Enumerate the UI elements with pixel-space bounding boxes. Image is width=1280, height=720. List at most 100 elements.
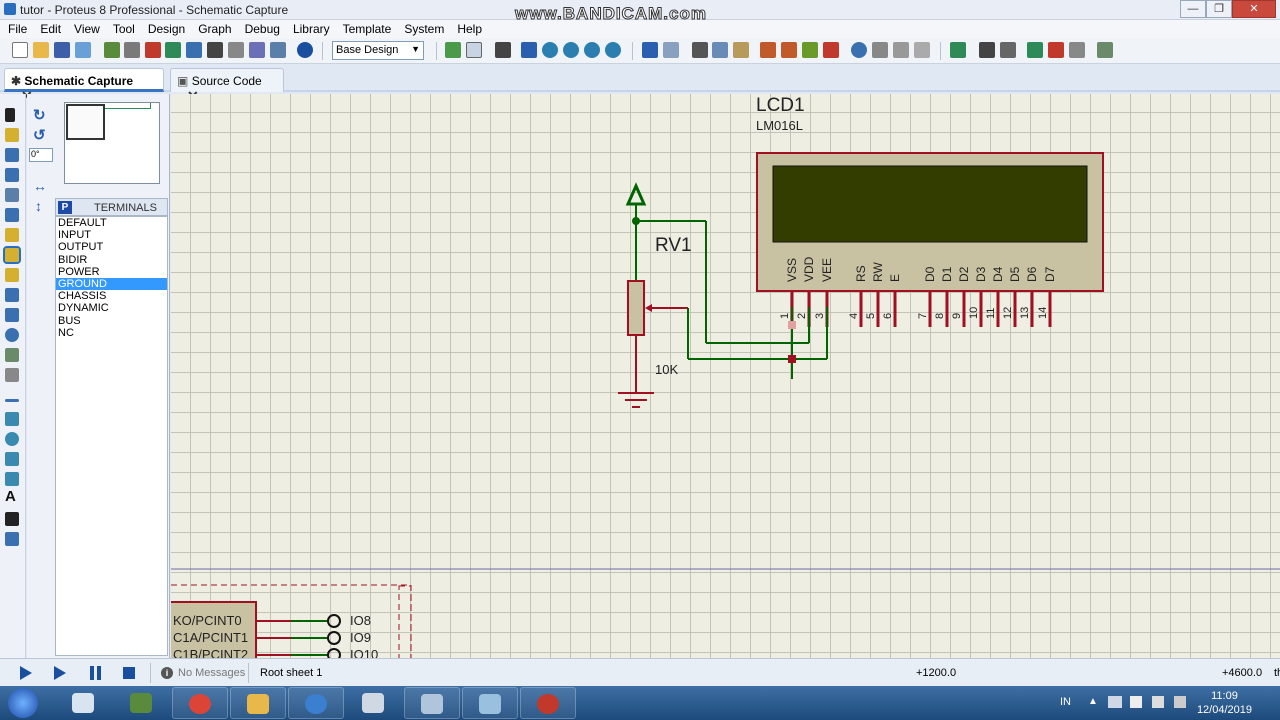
block-move-icon[interactable] [781,42,797,58]
menu-library[interactable]: Library [293,20,330,38]
junction-icon[interactable] [5,148,19,162]
list-item[interactable]: GROUND [56,277,167,291]
virtual-instrument-icon[interactable] [5,368,19,382]
block-copy-icon[interactable] [760,42,776,58]
pcb-icon[interactable] [145,42,161,58]
list-item[interactable]: INPUT [56,229,167,241]
packaging-icon[interactable] [893,42,909,58]
zoom-in-icon[interactable] [542,42,558,58]
selection-mode-icon[interactable] [5,108,15,122]
rotate-ccw-icon[interactable]: ↺ [33,126,46,144]
taskbar-chrome[interactable] [172,687,228,719]
step-icon[interactable] [54,666,66,680]
start-button[interactable] [8,688,38,718]
netlist-icon[interactable] [249,42,265,58]
device-pins-icon[interactable] [5,268,19,282]
power-terminal-icon[interactable] [625,182,647,206]
taskbar-notes[interactable] [462,687,518,719]
paste-icon[interactable] [733,42,749,58]
menu-graph[interactable]: Graph [198,20,231,38]
potentiometer-body[interactable] [627,280,645,336]
mirror-x-icon[interactable]: ↔ [33,178,47,194]
taskbar-3d[interactable] [346,687,402,719]
zoom-all-icon[interactable] [584,42,600,58]
flag-icon[interactable] [1130,696,1142,708]
list-item[interactable]: DEFAULT [56,217,167,229]
subcircuit-icon[interactable] [5,228,19,242]
taskbar-proteus[interactable] [404,687,460,719]
home-icon[interactable] [104,42,120,58]
list-item[interactable]: BUS [56,315,167,327]
circle-icon[interactable] [5,432,19,446]
taskbar-explorer[interactable] [230,687,286,719]
undo-icon[interactable] [642,42,658,58]
notes-icon[interactable] [228,42,244,58]
new-file-icon[interactable] [12,42,28,58]
box-icon[interactable] [5,412,19,426]
list-item[interactable]: OUTPUT [56,241,167,253]
grid-icon[interactable] [466,42,482,58]
list-item[interactable]: CHASSIS [56,290,167,302]
io-terminal[interactable] [327,631,341,645]
3d-icon[interactable] [186,42,202,58]
taskbar-snipping[interactable] [56,687,112,719]
decompose-icon[interactable] [914,42,930,58]
copy-icon[interactable] [712,42,728,58]
tab-source-code[interactable]: ▣ Source Code ✕ [170,68,284,104]
volume-icon[interactable] [1174,696,1186,708]
list-item[interactable]: NC [56,327,167,339]
help-icon[interactable] [297,42,313,58]
cut-icon[interactable] [692,42,708,58]
minimize-button[interactable]: — [1180,0,1206,18]
messages-status[interactable]: No Messages [178,667,245,679]
zoom-area-icon[interactable] [605,42,621,58]
open-folder-icon[interactable] [33,42,49,58]
taskbar-app[interactable] [114,687,170,719]
system-clock[interactable]: 11:09 12/04/2019 [1197,689,1252,717]
pick-devices-button[interactable]: P [58,201,72,214]
language-indicator[interactable]: IN [1060,696,1071,708]
design-explorer-icon[interactable] [1097,42,1113,58]
tape-recorder-icon[interactable] [5,308,19,322]
rotate-cw-icon[interactable]: ↻ [33,106,46,124]
design-select[interactable]: Base Design ▼ [332,41,424,60]
property-tool-icon[interactable] [1000,42,1016,58]
bus-icon[interactable] [5,208,19,222]
component-mode-icon[interactable] [5,128,19,142]
block-rotate-icon[interactable] [802,42,818,58]
network-icon[interactable] [1108,696,1122,708]
menu-debug[interactable]: Debug [245,20,280,38]
terminals-mode-icon[interactable] [3,246,21,264]
schematic-canvas[interactable]: LCD1 LM016L VSS 1 VDD 2 VEE 3 RS 4 RW 5 E 6 D0 7 D1 8 D2… [171,94,1280,658]
symbol-icon[interactable] [5,512,19,526]
menu-system[interactable]: System [404,20,444,38]
import-icon[interactable] [75,42,91,58]
menu-design[interactable]: Design [148,20,185,38]
pan-icon[interactable] [521,42,537,58]
wire-label-icon[interactable] [5,168,19,182]
remove-sheet-icon[interactable] [1048,42,1064,58]
generator-icon[interactable] [5,328,19,342]
tray-arrow-icon[interactable]: ▲ [1088,696,1098,707]
bom-icon[interactable] [207,42,223,58]
close-button[interactable]: ✕ [1232,0,1276,18]
new-sheet-icon[interactable] [1027,42,1043,58]
taskbar-circle-app[interactable] [288,687,344,719]
schematic-icon[interactable] [124,42,140,58]
pause-icon[interactable] [90,666,94,680]
text-icon[interactable]: A [5,489,19,504]
menu-template[interactable]: Template [343,20,392,38]
io-terminal[interactable] [327,614,341,628]
block-delete-icon[interactable] [823,42,839,58]
zoom-out-icon[interactable] [563,42,579,58]
taskbar-bandicam[interactable] [520,687,576,719]
battery-icon[interactable] [1152,696,1164,708]
menu-help[interactable]: Help [457,20,482,38]
search-tag-icon[interactable] [979,42,995,58]
overview-window[interactable] [64,102,160,184]
play-icon[interactable] [20,666,32,680]
exit-parent-icon[interactable] [1069,42,1085,58]
make-device-icon[interactable] [872,42,888,58]
maximize-button[interactable]: ❐ [1206,0,1232,18]
text-script-icon[interactable] [5,188,19,202]
